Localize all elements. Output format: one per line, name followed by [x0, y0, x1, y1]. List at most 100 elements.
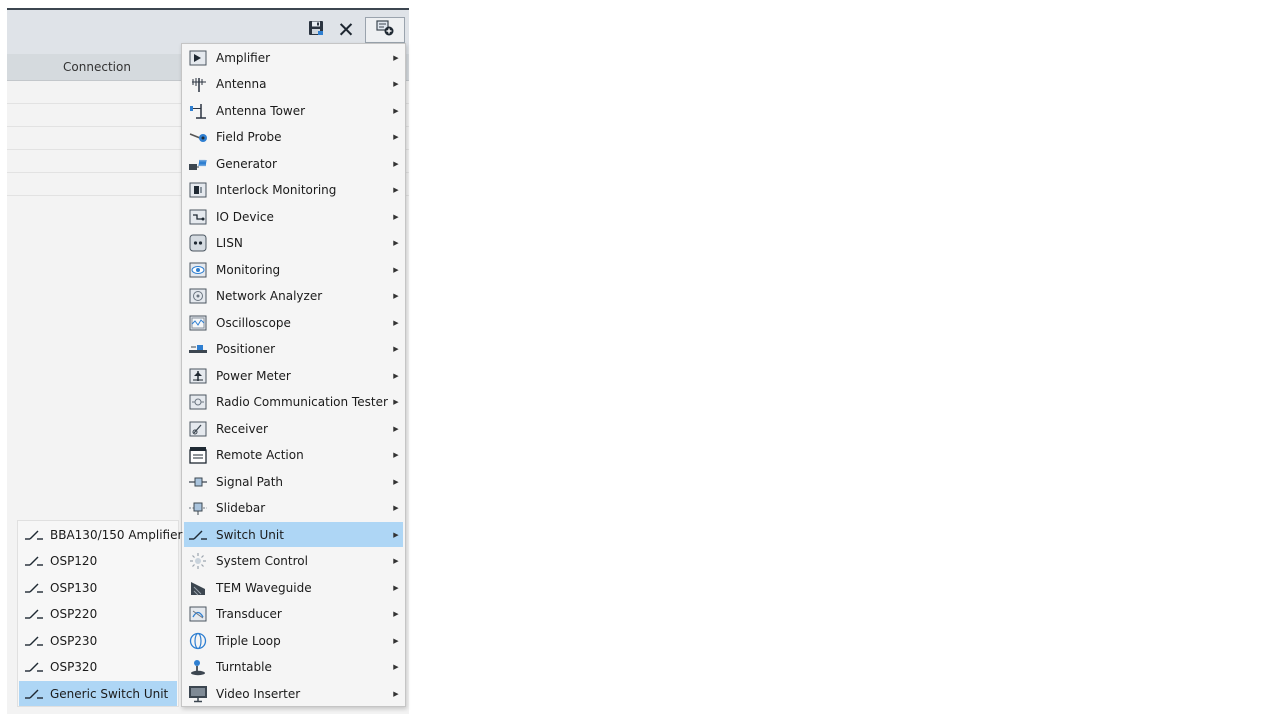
menu-item-video-inserter[interactable]: Video Inserter ▶ [184, 681, 403, 706]
submenu-arrow-icon: ▶ [393, 318, 399, 327]
close-button[interactable]: ✕ [333, 17, 359, 43]
submenu-item-label: OSP120 [50, 554, 98, 568]
menu-item-field-probe[interactable]: Field Probe ▶ [184, 125, 403, 150]
menu-item-positioner[interactable]: Positioner ▶ [184, 337, 403, 362]
submenu-arrow-icon: ▶ [393, 80, 399, 88]
oscilloscope-icon [188, 313, 208, 333]
switch-unit-icon [24, 604, 44, 624]
menu-item-slidebar[interactable]: Slidebar ▶ [184, 496, 403, 521]
menu-item-radio-communication-tester[interactable]: Radio Communication Tester ▶ [184, 390, 403, 415]
switch-unit-icon [24, 551, 44, 571]
menu-item-monitoring[interactable]: Monitoring ▶ [184, 257, 403, 282]
save-button[interactable] [303, 17, 329, 43]
menu-item-oscilloscope[interactable]: Oscilloscope ▶ [184, 310, 403, 335]
switch-unit-icon [24, 578, 44, 598]
menu-item-label: Transducer [216, 607, 282, 621]
menu-item-antenna[interactable]: Antenna ▶ [184, 72, 403, 97]
menu-item-network-analyzer[interactable]: Network Analyzer ▶ [184, 284, 403, 309]
submenu-item-generic-switch-unit[interactable]: Generic Switch Unit [19, 681, 177, 706]
menu-item-power-meter[interactable]: Power Meter ▶ [184, 363, 403, 388]
tem-waveguide-icon [188, 578, 208, 598]
positioner-icon [188, 339, 208, 359]
switch-unit-submenu: BBA130/150 Amplifier OSP120 OSP130 OSP22… [17, 520, 182, 707]
menu-item-label: Network Analyzer [216, 289, 323, 303]
antenna-icon [188, 74, 208, 94]
menu-item-lisn[interactable]: LISN ▶ [184, 231, 403, 256]
menu-item-label: TEM Waveguide [216, 580, 312, 595]
submenu-arrow-icon: ▶ [393, 663, 399, 671]
menu-item-label: Monitoring [216, 262, 281, 277]
menu-item-label: Signal Path [216, 474, 284, 489]
antenna-tower-icon [188, 101, 208, 121]
submenu-arrow-icon: ▶ [393, 292, 399, 300]
submenu-item-osp230[interactable]: OSP230 [19, 628, 177, 653]
submenu-item-osp130[interactable]: OSP130 [19, 575, 177, 600]
device-type-menu: Amplifier ▶ Antenna ▶ Antenna Tower ▶ Field… [181, 43, 406, 707]
submenu-arrow-icon: ▶ [393, 239, 399, 247]
switch-unit-icon [24, 684, 44, 704]
menu-item-label: Generator [216, 156, 277, 171]
submenu-arrow-icon: ▶ [393, 530, 399, 539]
submenu-arrow-icon: ▶ [393, 345, 399, 353]
submenu-arrow-icon: ▶ [393, 212, 399, 221]
menu-item-label: Antenna Tower [216, 103, 306, 118]
menu-item-receiver[interactable]: Receiver ▶ [184, 416, 403, 441]
submenu-item-osp120[interactable]: OSP120 [19, 549, 177, 574]
switch-unit-icon [188, 525, 208, 545]
submenu-arrow-icon: ▶ [393, 557, 399, 565]
menu-item-turntable[interactable]: Turntable ▶ [184, 655, 403, 680]
switch-unit-icon [24, 657, 44, 677]
submenu-arrow-icon: ▶ [393, 610, 399, 618]
submenu-item-label: OSP320 [50, 660, 98, 674]
submenu-arrow-icon: ▶ [393, 186, 399, 194]
generator-icon [188, 154, 208, 174]
menu-item-triple-loop[interactable]: Triple Loop ▶ [184, 628, 403, 653]
slidebar-icon [188, 498, 208, 518]
triple-loop-icon [188, 631, 208, 651]
menu-item-interlock-monitoring[interactable]: Interlock Monitoring ▶ [184, 178, 403, 203]
menu-item-label: Power Meter [216, 368, 291, 383]
field-probe-icon [188, 127, 208, 147]
network-analyzer-icon [188, 286, 208, 306]
menu-item-label: Positioner [216, 342, 276, 356]
menu-item-system-control[interactable]: System Control ▶ [184, 549, 403, 574]
submenu-arrow-icon: ▶ [393, 504, 399, 512]
close-icon: ✕ [337, 18, 355, 42]
menu-item-label: Amplifier [216, 50, 271, 65]
submenu-item-bba130-150-amplifier[interactable]: BBA130/150 Amplifier [19, 522, 182, 547]
submenu-arrow-icon: ▶ [393, 636, 399, 645]
submenu-arrow-icon: ▶ [393, 53, 399, 62]
io-device-icon [188, 207, 208, 227]
menu-item-remote-action[interactable]: Remote Action ▶ [184, 443, 403, 468]
add-device-icon [375, 19, 395, 42]
menu-item-label: Switch Unit [216, 527, 284, 542]
transducer-icon [188, 604, 208, 624]
add-device-button[interactable] [365, 17, 405, 43]
menu-item-tem-waveguide[interactable]: TEM Waveguide ▶ [184, 575, 403, 600]
monitoring-icon [188, 260, 208, 280]
menu-item-label: LISN [216, 236, 243, 250]
interlock-icon [188, 180, 208, 200]
menu-item-generator[interactable]: Generator ▶ [184, 151, 403, 176]
menu-item-label: Interlock Monitoring [216, 183, 337, 197]
menu-item-signal-path[interactable]: Signal Path ▶ [184, 469, 403, 494]
menu-item-amplifier[interactable]: Amplifier ▶ [184, 45, 403, 70]
submenu-item-osp320[interactable]: OSP320 [19, 655, 177, 680]
turntable-icon [188, 657, 208, 677]
menu-item-antenna-tower[interactable]: Antenna Tower ▶ [184, 98, 403, 123]
menu-item-switch-unit[interactable]: Switch Unit ▶ [184, 522, 403, 547]
menu-item-label: Remote Action [216, 448, 304, 462]
submenu-item-label: Generic Switch Unit [50, 686, 169, 701]
menu-item-label: Video Inserter [216, 686, 301, 701]
column-header-connection[interactable]: Connection [7, 54, 187, 80]
submenu-arrow-icon: ▶ [393, 424, 399, 433]
amplifier-icon [188, 48, 208, 68]
submenu-arrow-icon: ▶ [393, 583, 399, 592]
submenu-arrow-icon: ▶ [393, 477, 399, 486]
menu-item-transducer[interactable]: Transducer ▶ [184, 602, 403, 627]
submenu-item-label: BBA130/150 Amplifier [50, 527, 183, 542]
receiver-icon [188, 419, 208, 439]
menu-item-io-device[interactable]: IO Device ▶ [184, 204, 403, 229]
menu-item-label: Radio Communication Tester [216, 395, 388, 409]
submenu-item-osp220[interactable]: OSP220 [19, 602, 177, 627]
